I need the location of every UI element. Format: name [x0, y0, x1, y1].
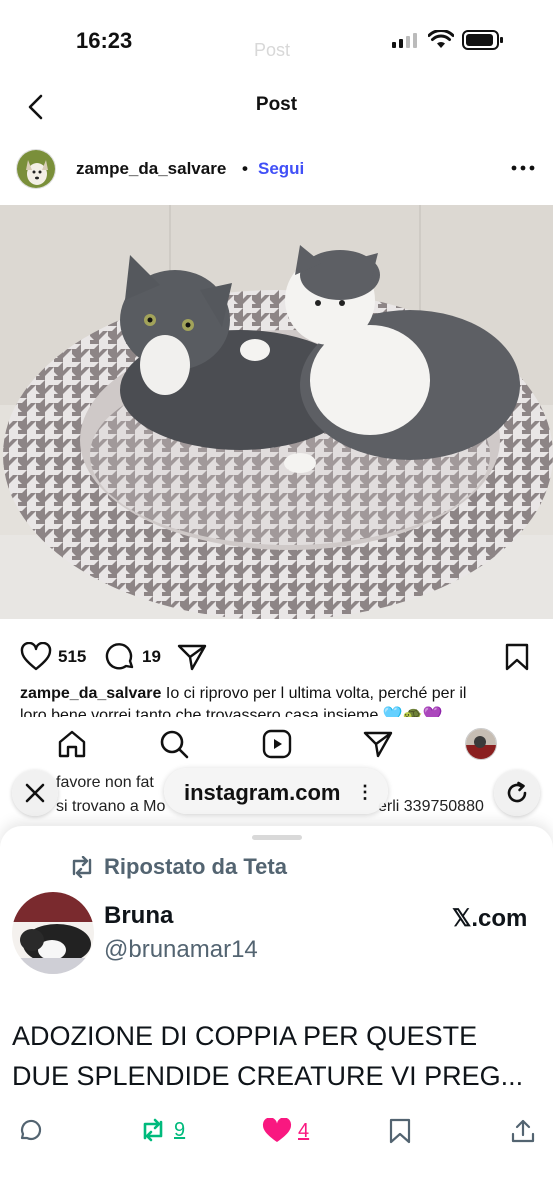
close-button[interactable]: [12, 770, 58, 816]
background-caption-fragment: erli 339750880: [378, 798, 484, 815]
sheet-drag-handle[interactable]: [252, 835, 302, 840]
repost-icon: [72, 856, 92, 878]
post-caption: zampe_da_salvare Io ci riprovo per l ult…: [20, 683, 540, 717]
status-ghost-title: Post: [254, 40, 291, 60]
author-avatar[interactable]: [16, 149, 56, 189]
close-icon: [25, 783, 45, 803]
follow-button[interactable]: Segui: [258, 159, 304, 179]
reply-icon[interactable]: [18, 1118, 44, 1144]
like-action[interactable]: 4: [262, 1118, 309, 1144]
post-username[interactable]: zampe_da_salvare: [76, 159, 226, 179]
like-icon: [262, 1118, 292, 1142]
caption-text-line1: Io ci riprovo per l ultima volta, perché…: [165, 685, 467, 702]
x-author-handle[interactable]: @brunamar14: [104, 936, 258, 964]
bookmark-icon[interactable]: [504, 642, 530, 672]
comment-icon[interactable]: [104, 642, 136, 672]
x-author-name[interactable]: Bruna: [104, 902, 173, 930]
post-photo[interactable]: [0, 205, 553, 619]
x-author-avatar[interactable]: [12, 892, 94, 974]
browser-toolbar: favore non fat si trovano a Mo erli 3397…: [0, 760, 553, 826]
repost-action-icon: [143, 1118, 163, 1142]
page-title: Post: [255, 94, 298, 115]
url-bar[interactable]: instagram.com ⋮: [164, 768, 388, 814]
reload-button[interactable]: [494, 770, 540, 816]
x-brand-link[interactable]: 𝕏.com: [452, 904, 527, 933]
post-actions: 515 19: [0, 638, 553, 678]
x-post-sheet: Ripostato da Teta Bruna @brunamar14 𝕏.co…: [0, 826, 553, 1200]
like-count: 4: [298, 1119, 310, 1142]
x-share-icon[interactable]: [510, 1118, 536, 1144]
battery-icon: [462, 30, 503, 50]
wifi-icon: [428, 30, 454, 48]
reload-icon: [507, 781, 527, 803]
repost-banner: Ripostato da Teta: [68, 854, 287, 880]
direct-icon[interactable]: [362, 728, 394, 760]
search-icon[interactable]: [158, 728, 190, 760]
x-post-actions: 9 4: [0, 1116, 553, 1150]
home-icon[interactable]: [56, 728, 88, 760]
post-header: Post: [0, 80, 553, 132]
repost-action[interactable]: 9: [138, 1118, 185, 1142]
heart-icon[interactable]: [20, 642, 52, 672]
repost-count: 9: [174, 1118, 186, 1141]
x-post-text[interactable]: ADOZIONE DI COPPIA PER QUESTE DUE SPLEND…: [12, 1016, 532, 1096]
post-author-row: zampe_da_salvare • Segui: [0, 146, 553, 194]
background-caption-fragment: si trovano a Mo: [56, 798, 166, 815]
like-action[interactable]: 515: [20, 642, 86, 672]
reels-icon[interactable]: [261, 728, 293, 760]
url-menu-icon[interactable]: ⋮: [356, 782, 374, 803]
x-bookmark-icon[interactable]: [388, 1118, 412, 1144]
caption-text-line2: loro bene vorrei tanto che trovassero ca…: [20, 707, 443, 717]
separator-dot: •: [242, 159, 248, 178]
status-time: 16:23: [76, 28, 133, 53]
background-caption-fragment: favore non fat: [56, 774, 154, 791]
like-count: 515: [58, 647, 87, 666]
url-text[interactable]: instagram.com: [184, 780, 341, 806]
comment-count: 19: [142, 647, 161, 666]
repost-label: Ripostato da Teta: [104, 854, 287, 879]
cellular-signal-icon: [392, 32, 417, 48]
more-icon[interactable]: [510, 158, 536, 178]
profile-icon[interactable]: [465, 728, 497, 760]
comment-action[interactable]: 19: [104, 642, 161, 672]
share-icon[interactable]: [176, 642, 208, 672]
status-bar: 16:23 Post: [0, 0, 553, 80]
caption-username[interactable]: zampe_da_salvare: [20, 685, 161, 702]
